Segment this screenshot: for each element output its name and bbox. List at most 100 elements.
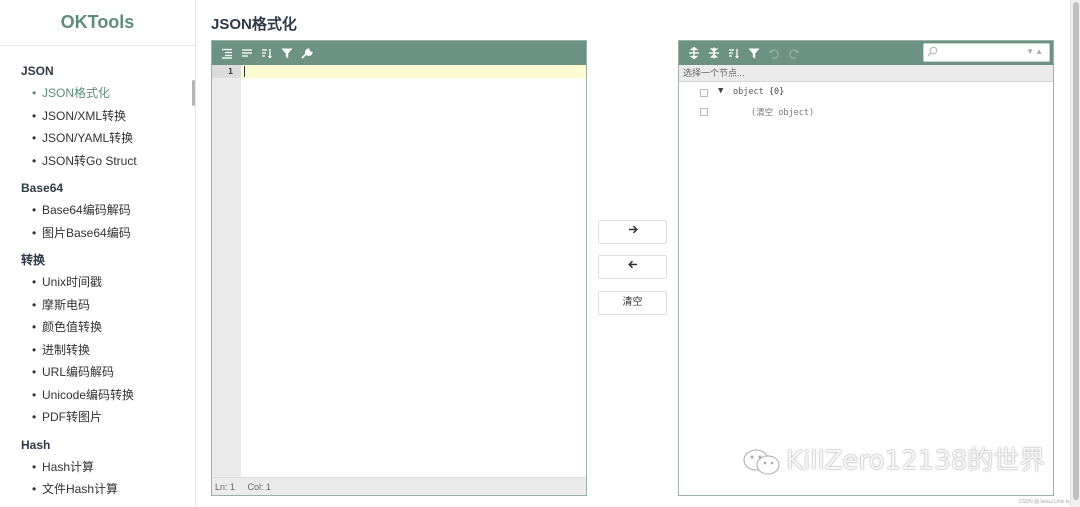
copy-to-right-button[interactable] [598, 220, 667, 244]
bullet-icon: • [32, 459, 37, 474]
page-scrollbar[interactable] [1070, 0, 1080, 507]
sidebar-nav: JSON • JSON格式化 • JSON/XML转换 • JSON/YAML转换 • JSON… [0, 46, 195, 501]
page-scrollbar-thumb[interactable] [1073, 2, 1079, 500]
expand-all-icon[interactable] [685, 44, 703, 62]
active-line-highlight [241, 65, 586, 78]
sidebar-item[interactable]: • URL编码解码 [0, 361, 195, 384]
bullet-icon: • [32, 482, 37, 496]
sidebar-item[interactable]: • Base64编码解码 [0, 199, 195, 222]
filter-icon[interactable] [278, 44, 296, 62]
collapse-all-icon[interactable] [705, 44, 723, 62]
watermark-text: KillZero1213​8的世界 [786, 446, 1046, 476]
search-icon [927, 46, 938, 57]
sidebar-item-label: JSON/YAML转换 [42, 131, 134, 145]
sidebar-group-title: JSON [21, 64, 54, 78]
sidebar-item-label: 图片Base64编码 [42, 225, 131, 240]
text-cursor [244, 66, 245, 77]
editor-statusbar: Ln: 1 Col: 1 [212, 477, 586, 495]
sidebar: OKTools JSON • JSON格式化 • JSON/XML转换 • JSON/YAM… [0, 0, 196, 507]
sidebar-item[interactable]: • Unix时间戳 [0, 271, 195, 294]
sidebar-item-label: Base64编码解码 [42, 203, 131, 217]
tree-root-label: object {0} [733, 87, 784, 97]
repair-icon[interactable] [298, 44, 316, 62]
sidebar-item-label: 颜色值转换 [42, 320, 103, 334]
sidebar-item[interactable]: • 图片Base64编码 [0, 222, 195, 245]
sidebar-item-label: 文件Hash计算 [42, 482, 119, 496]
bullet-icon: • [32, 365, 37, 379]
drag-handle[interactable] [700, 108, 708, 116]
sidebar-item-label: 进制转换 [42, 342, 91, 357]
sort-icon[interactable] [725, 44, 743, 62]
format-icon[interactable] [218, 44, 236, 62]
sidebar-item[interactable]: • JSON/YAML转换 [0, 127, 195, 150]
left-toolbar [212, 41, 586, 65]
sidebar-item[interactable]: • Unicode编码转换 [0, 384, 195, 407]
right-toolbar: ▼▲ [679, 41, 1053, 65]
bullet-icon: • [32, 297, 37, 312]
bullet-icon: • [32, 131, 37, 145]
tree-nav-bar: 选择一个节点... [679, 65, 1053, 82]
sidebar-item[interactable]: • 进制转换 [0, 339, 195, 362]
sidebar-item-label: URL编码解码 [42, 365, 115, 379]
sidebar-item-label: JSON/XML转换 [42, 108, 127, 123]
sidebar-item[interactable]: • 颜色值转换 [0, 316, 195, 339]
bullet-icon: • [32, 410, 37, 424]
clear-button[interactable]: 清空 [598, 291, 667, 315]
bullet-icon: • [32, 203, 37, 217]
json-input-editor[interactable]: 1 Ln: 1 Col: 1 [211, 40, 587, 496]
sidebar-item-label: JSON格式化 [42, 86, 111, 100]
bullet-icon: • [32, 320, 37, 334]
bullet-icon: • [32, 387, 37, 402]
sidebar-group-title: Base64 [21, 181, 64, 195]
bullet-icon: • [32, 342, 37, 357]
sidebar-item[interactable]: • JSON/XML转换 [0, 105, 195, 128]
bullet-icon: • [32, 86, 37, 100]
status-line: Ln: 1 [215, 482, 236, 492]
bullet-icon: • [32, 225, 37, 240]
sidebar-scrollbar-thumb[interactable] [192, 80, 195, 106]
sidebar-item-label: 摩斯电码 [42, 297, 91, 312]
tree-search-input[interactable]: ▼▲ [923, 43, 1050, 62]
sidebar-item[interactable]: • 摩斯电码 [0, 294, 195, 317]
page-title: JSON格式化 [211, 16, 297, 33]
sidebar-group-title: Hash [21, 437, 51, 452]
tree-root-count: {0} [768, 87, 785, 97]
tree-root-type: object [733, 87, 764, 97]
line-number: 1 [212, 65, 241, 78]
compact-icon[interactable] [238, 44, 256, 62]
status-column: Col: 1 [247, 482, 272, 492]
sidebar-item[interactable]: • JSON转Go Struct [0, 150, 195, 173]
bullet-icon: • [32, 153, 37, 168]
tree-empty-hint: (清空 object) [751, 108, 815, 118]
sidebar-item[interactable]: • JSON格式化 [0, 82, 195, 105]
credit-text: CSDN @Java∠Unix bug [1018, 499, 1074, 505]
sidebar-group-title: 转换 [21, 253, 46, 267]
json-tree-editor[interactable]: ▼▲ 选择一个节点... ▼ object {0} (清空 object) [678, 40, 1054, 496]
sort-icon[interactable] [258, 44, 276, 62]
brand-logo[interactable]: OKTools [0, 0, 195, 46]
sidebar-item-label: JSON转Go Struct [42, 153, 137, 168]
sidebar-item[interactable]: • PDF转图片 [0, 406, 195, 429]
sidebar-item[interactable]: • Hash计算 [0, 456, 195, 479]
bullet-icon: • [32, 108, 37, 123]
arrow-right-icon [628, 225, 638, 234]
sidebar-item-label: Unix时间戳 [42, 275, 103, 289]
watermark: KillZero1213​8的世界 [742, 440, 1045, 477]
filter-icon[interactable] [745, 44, 763, 62]
copy-to-left-button[interactable] [598, 255, 667, 279]
expand-triangle-icon[interactable]: ▼ [718, 86, 723, 96]
drag-handle[interactable] [700, 89, 708, 97]
undo-icon[interactable] [765, 44, 783, 62]
tree-empty-row[interactable]: (清空 object) [679, 104, 1053, 120]
tree-root-row[interactable]: ▼ object {0} [679, 85, 1053, 101]
redo-icon[interactable] [785, 44, 803, 62]
line-gutter: 1 [212, 65, 241, 477]
sidebar-item-label: PDF转图片 [42, 410, 103, 424]
search-nav-arrows-icon[interactable]: ▼▲ [1026, 47, 1044, 56]
arrow-left-icon [627, 260, 637, 269]
sidebar-item[interactable]: • 文件Hash计算 [0, 478, 195, 501]
bullet-icon: • [32, 275, 37, 289]
wechat-icon [743, 449, 780, 474]
sidebar-item-label: Unicode编码转换 [42, 387, 135, 402]
sidebar-item-label: Hash计算 [42, 459, 95, 474]
